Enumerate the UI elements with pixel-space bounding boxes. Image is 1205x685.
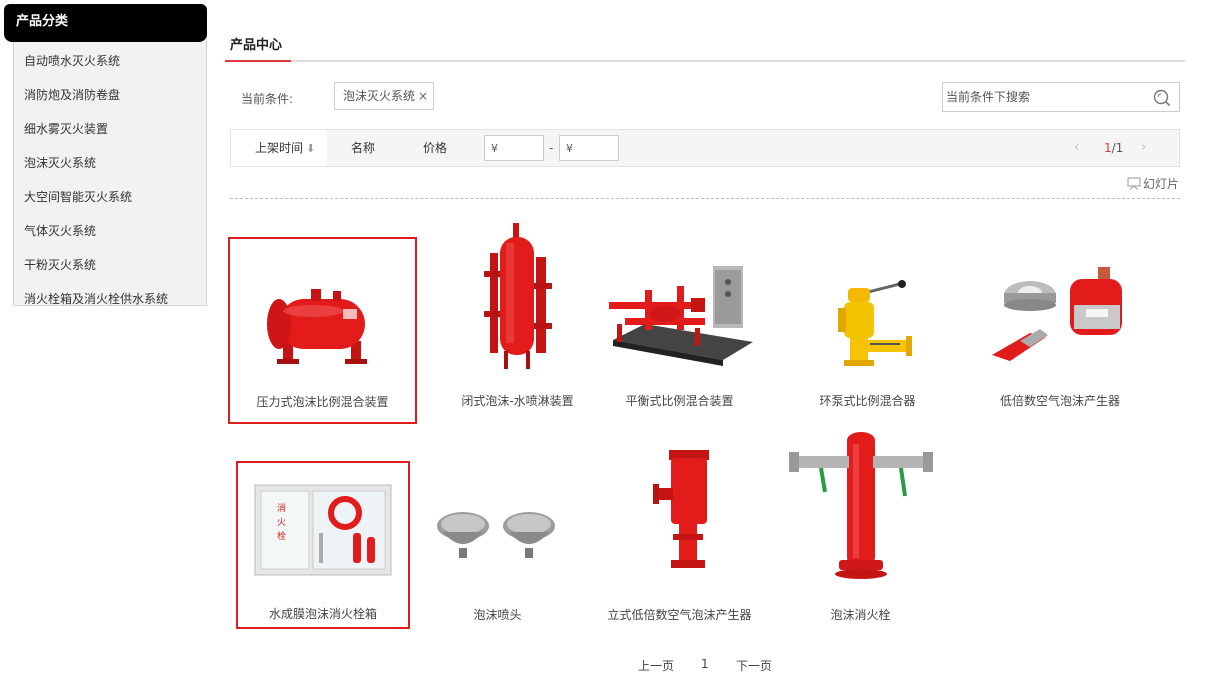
pressure-tank-icon (266, 289, 367, 364)
foam-nozzle-icon (436, 512, 555, 558)
svg-text:火: 火 (277, 517, 286, 528)
product-card[interactable]: 泡沫喷头 (405, 440, 590, 625)
product-name: 低倍数空气泡沫产生器 (999, 394, 1120, 408)
remove-condition-icon[interactable]: × (418, 83, 428, 109)
arrow-down-icon: ⬇ (306, 142, 316, 155)
next-page-arrow[interactable]: › (1141, 130, 1146, 166)
svg-text:栓: 栓 (277, 530, 286, 542)
price-min-input[interactable] (485, 136, 543, 160)
product-card[interactable]: 闭式泡沫-水喷淋装置 (425, 220, 610, 408)
product-name: 泡沫消火栓 (830, 608, 891, 622)
total-pages: /1 (1111, 141, 1124, 155)
sidebar-title: 产品分类 (4, 4, 207, 42)
condition-tag[interactable]: 泡沫灭火系统 × (334, 82, 434, 110)
next-page-link[interactable]: 下一页 (736, 657, 772, 674)
slideshow-label: 幻灯片 (1143, 177, 1180, 191)
foam-generator-icon (992, 267, 1122, 361)
sidebar-item-sprinkler[interactable]: 自动喷水灭火系统 (14, 45, 206, 79)
page-number-link[interactable]: 1 (701, 657, 709, 671)
product-name: 压力式泡沫比例混合装置 (256, 395, 389, 409)
product-card[interactable]: 消 火 栓 水成膜泡沫消火栓箱 (236, 461, 410, 629)
hydrant-cabinet-icon: 消 火 栓 (254, 484, 392, 576)
prev-page-link[interactable]: 上一页 (638, 657, 674, 674)
dashed-divider (230, 198, 1180, 199)
price-max-box (559, 135, 619, 161)
sidebar-item-dry-powder[interactable]: 干粉灭火系统 (14, 249, 206, 283)
search-icon[interactable] (1153, 89, 1171, 107)
category-sidebar: 产品分类 自动喷水灭火系统 消防炮及消防卷盘 细水雾灭火装置 泡沫灭火系统 大空… (4, 4, 207, 306)
sort-by-time[interactable]: 上架时间 ⬇ (231, 130, 327, 166)
sidebar-item-water-mist[interactable]: 细水雾灭火装置 (14, 113, 206, 147)
sort-by-name[interactable]: 名称 (351, 130, 375, 166)
sort-time-label: 上架时间 (255, 141, 304, 155)
product-name: 环泵式比例混合器 (819, 394, 916, 408)
vertical-tank-icon (483, 223, 552, 369)
search-box (942, 82, 1180, 112)
price-max-input[interactable] (560, 136, 618, 160)
price-range-dash: - (549, 141, 554, 155)
yellow-valve-icon (837, 280, 912, 366)
product-card[interactable]: 平衡式比例混合装置 (587, 220, 772, 408)
sidebar-item-gas[interactable]: 气体灭火系统 (14, 215, 206, 249)
product-name: 立式低倍数空气泡沫产生器 (607, 608, 752, 622)
slideshow-toggle[interactable]: 幻灯片 (1127, 175, 1179, 192)
condition-tag-label: 泡沫灭火系统 (343, 89, 416, 103)
category-list: 自动喷水灭火系统 消防炮及消防卷盘 细水雾灭火装置 泡沫灭火系统 大空间智能灭火… (13, 33, 207, 306)
product-name: 平衡式比例混合装置 (625, 394, 734, 408)
current-page: 1 (1104, 141, 1112, 155)
sidebar-item-foam[interactable]: 泡沫灭火系统 (14, 147, 206, 181)
svg-text:消: 消 (277, 502, 286, 514)
price-min-box (484, 135, 544, 161)
product-card[interactable]: 泡沫消火栓 (768, 430, 953, 622)
product-name: 闭式泡沫-水喷淋装置 (461, 394, 574, 408)
sidebar-item-hydrant[interactable]: 消火栓箱及消火栓供水系统 (14, 283, 206, 317)
prev-page-arrow[interactable]: ‹ (1074, 130, 1079, 166)
title-divider (225, 60, 1185, 62)
vertical-generator-icon (652, 450, 709, 568)
sidebar-item-fire-monitor[interactable]: 消防炮及消防卷盘 (14, 79, 206, 113)
slideshow-icon (1127, 177, 1141, 190)
product-name: 水成膜泡沫消火栓箱 (268, 607, 377, 621)
sort-by-price[interactable]: 价格 (423, 130, 447, 166)
search-input[interactable] (946, 87, 1146, 107)
page-title: 产品中心 (230, 38, 283, 53)
product-card[interactable]: 立式低倍数空气泡沫产生器 (587, 440, 772, 625)
product-card[interactable]: 低倍数空气泡沫产生器 (960, 220, 1160, 408)
product-card[interactable]: 环泵式比例混合器 (775, 220, 960, 408)
skid-mixer-icon (608, 266, 753, 366)
current-condition-label: 当前条件: (241, 92, 294, 106)
product-center: 产品中心 当前条件: 泡沫灭火系统 × 上架时间⬇ 名称 价格 - ‹ 1/1 … (225, 0, 1185, 685)
foam-hydrant-icon (788, 432, 933, 579)
product-card[interactable]: 压力式泡沫比例混合装置 (228, 237, 417, 424)
sidebar-item-large-space[interactable]: 大空间智能灭火系统 (14, 181, 206, 215)
page-indicator: 1/1 (1104, 130, 1123, 166)
title-underline-accent (225, 60, 291, 62)
sort-filter-bar: 上架时间⬇ 名称 价格 - ‹ 1/1 › (230, 129, 1180, 167)
product-name: 泡沫喷头 (473, 608, 522, 622)
